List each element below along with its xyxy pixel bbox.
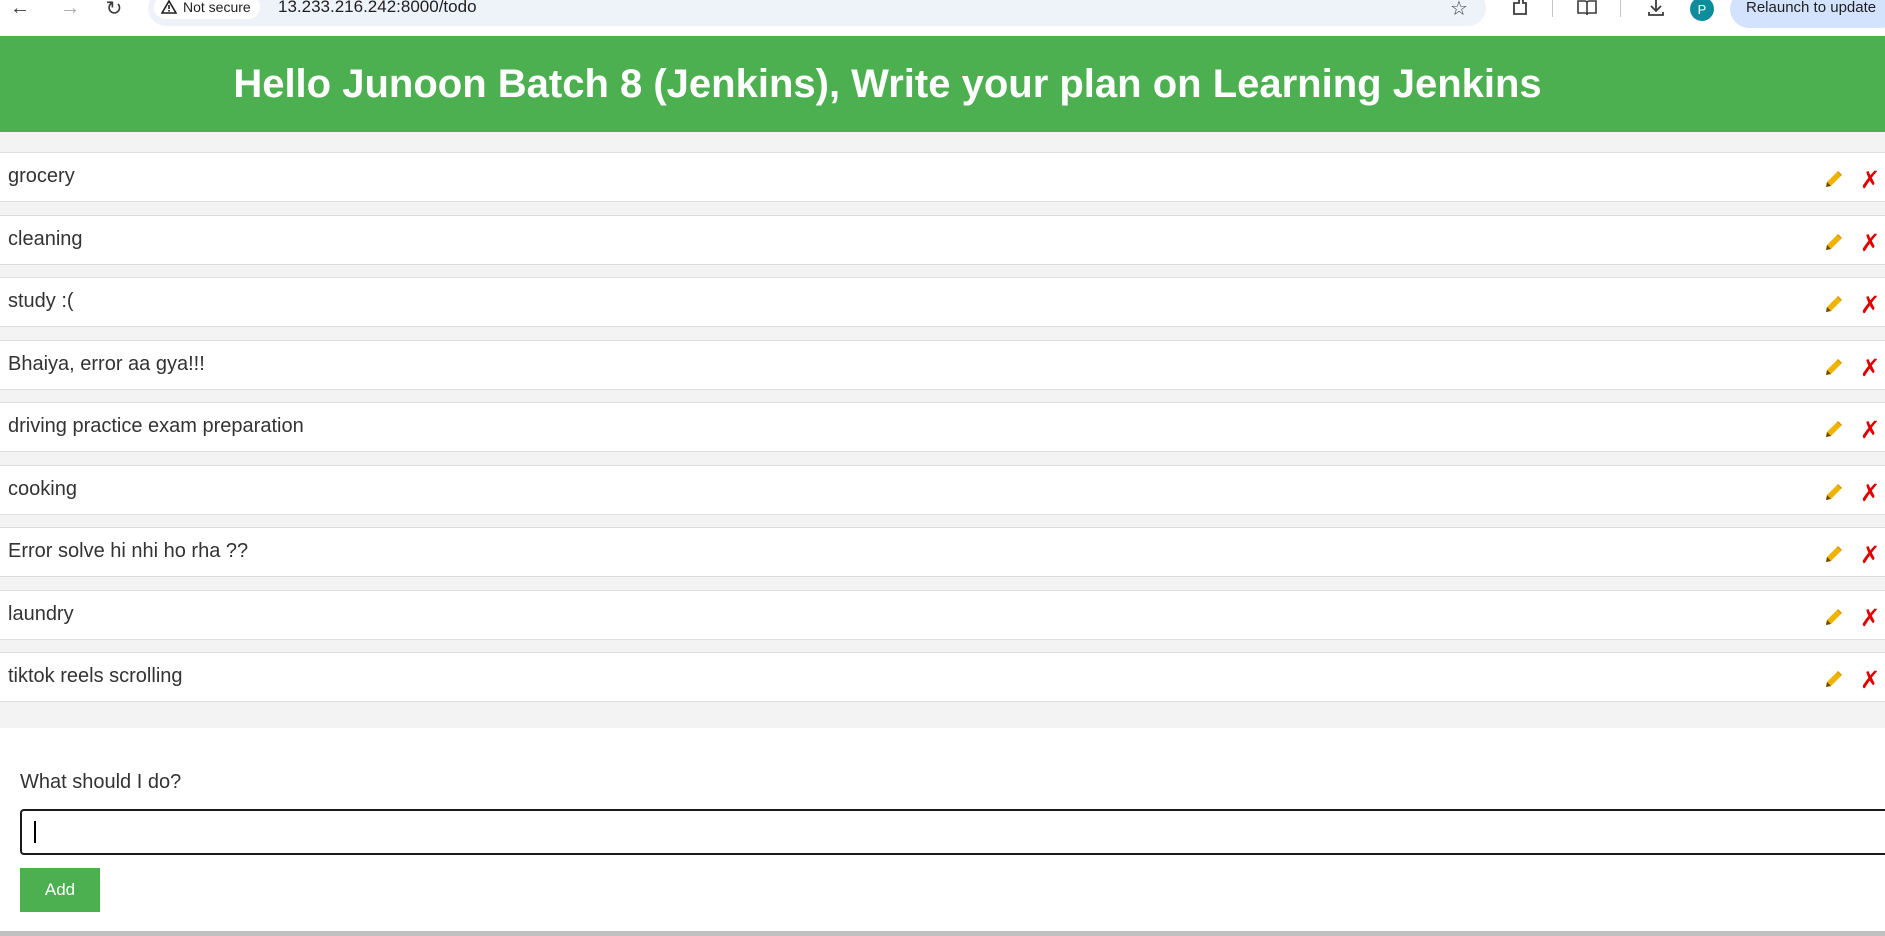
todo-text: grocery <box>8 165 75 187</box>
cross-icon[interactable]: ✗ <box>1860 354 1880 383</box>
pencil-icon[interactable] <box>1822 419 1844 441</box>
horizontal-scrollbar[interactable] <box>0 931 1885 936</box>
cross-icon[interactable]: ✗ <box>1860 229 1880 258</box>
extensions-icon[interactable] <box>1505 0 1535 20</box>
security-indicator[interactable]: Not secure <box>154 0 260 19</box>
cross-icon[interactable]: ✗ <box>1860 416 1880 445</box>
todo-input-label: What should I do? <box>20 771 182 793</box>
todo-item: Error solve hi nhi ho rha ?? ✗ <box>0 527 1885 577</box>
todo-item: laundry ✗ <box>0 589 1885 640</box>
pencil-icon[interactable] <box>1822 357 1844 379</box>
todo-text: Error solve hi nhi ho rha ?? <box>8 540 249 562</box>
bookmark-star-icon[interactable]: ☆ <box>1450 0 1468 21</box>
browser-toolbar: ← → ↻ Not secure 13.233.216.242:8000/tod… <box>0 0 1885 36</box>
cross-icon[interactable]: ✗ <box>1860 541 1880 570</box>
toolbar-divider <box>1620 0 1621 17</box>
page-title: Hello Junoon Batch 8 (Jenkins), Write yo… <box>233 61 1542 106</box>
todo-text: tiktok reels scrolling <box>8 665 183 687</box>
cross-icon[interactable]: ✗ <box>1860 291 1880 320</box>
todo-text: Bhaiya, error aa gya!!! <box>8 352 205 375</box>
todo-text: cooking <box>8 477 77 500</box>
url-text[interactable]: 13.233.216.242:8000/todo <box>278 0 477 17</box>
text-caret <box>34 821 36 843</box>
pencil-icon[interactable] <box>1822 669 1844 691</box>
cross-icon[interactable]: ✗ <box>1860 604 1880 633</box>
relaunch-button[interactable]: Relaunch to update <box>1730 0 1885 28</box>
add-todo-form: What should I do? Add <box>0 728 1885 931</box>
todo-text: laundry <box>8 602 74 625</box>
reload-icon[interactable]: ↻ <box>100 0 128 20</box>
todo-input[interactable] <box>20 809 1885 855</box>
todo-item: study :( ✗ <box>0 277 1885 327</box>
cross-icon[interactable]: ✗ <box>1860 166 1880 195</box>
back-arrow-icon[interactable]: ← <box>6 0 34 20</box>
pencil-icon[interactable] <box>1822 294 1844 316</box>
security-label: Not secure <box>183 0 251 15</box>
cross-icon[interactable]: ✗ <box>1860 666 1880 695</box>
todo-text: cleaning <box>8 227 83 250</box>
cross-icon[interactable]: ✗ <box>1860 479 1880 508</box>
todo-item: Bhaiya, error aa gya!!! ✗ <box>0 339 1885 390</box>
warning-triangle-icon <box>161 0 177 14</box>
todo-item: cleaning ✗ <box>0 214 1885 265</box>
todo-list-area: grocery ✗ cleaning ✗ study :( ✗ Bhaiya, … <box>0 132 1885 728</box>
pencil-icon[interactable] <box>1822 544 1844 566</box>
pencil-icon[interactable] <box>1822 607 1844 629</box>
reading-list-icon[interactable] <box>1572 0 1602 20</box>
todo-text: study :( <box>8 290 74 312</box>
todo-item: cooking ✗ <box>0 464 1885 515</box>
forward-arrow-icon[interactable]: → <box>56 0 84 20</box>
pencil-icon[interactable] <box>1822 169 1844 191</box>
pencil-icon[interactable] <box>1822 232 1844 254</box>
toolbar-divider <box>1552 0 1553 17</box>
todo-list: grocery ✗ cleaning ✗ study :( ✗ Bhaiya, … <box>0 152 1885 715</box>
download-icon[interactable] <box>1641 0 1671 20</box>
todo-item: tiktok reels scrolling ✗ <box>0 652 1885 702</box>
todo-item: grocery ✗ <box>0 152 1885 202</box>
page-header: Hello Junoon Batch 8 (Jenkins), Write yo… <box>0 36 1885 132</box>
profile-avatar[interactable]: P <box>1690 0 1714 21</box>
todo-text: driving practice exam preparation <box>8 415 304 437</box>
add-button[interactable]: Add <box>20 868 100 912</box>
address-bar[interactable]: Not secure 13.233.216.242:8000/todo ☆ <box>148 0 1486 26</box>
todo-item: driving practice exam preparation ✗ <box>0 402 1885 452</box>
pencil-icon[interactable] <box>1822 482 1844 504</box>
